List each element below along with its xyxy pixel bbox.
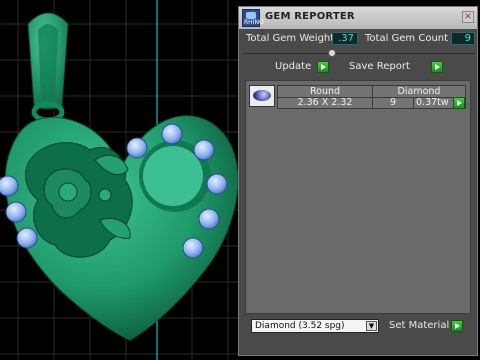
gem-reporter-app-icon: RHINO (242, 9, 264, 27)
save-report-go-icon[interactable] (431, 61, 443, 73)
stats-row: Total Gem Weight .37 Total Gem Count 9 (243, 31, 475, 47)
panel-title: GEM REPORTER (265, 11, 355, 22)
save-report-label: Save Report (349, 61, 410, 72)
update-go-icon[interactable] (317, 61, 329, 73)
total-gem-count-value: 9 (451, 32, 475, 45)
total-gem-weight-label: Total Gem Weight (246, 33, 335, 44)
total-gem-weight-value: .37 (332, 32, 358, 45)
row-count: 9 (389, 97, 397, 108)
row-go-icon[interactable] (453, 97, 465, 109)
close-icon[interactable]: × (462, 11, 474, 23)
gem-reporter-panel: RHINO GEM REPORTER × Total Gem Weight .3… (238, 6, 478, 356)
set-material-button[interactable]: Set Material (389, 319, 469, 333)
slider-knob[interactable] (328, 49, 336, 57)
gem-list[interactable]: Round Diamond 2.36 X 2.32 9 0.37tw (245, 80, 471, 314)
update-button[interactable]: Update (275, 60, 335, 74)
material-select[interactable]: Diamond (3.52 spg) ▼ (251, 319, 379, 333)
row-weight: 0.37tw (416, 97, 449, 108)
chevron-down-icon[interactable]: ▼ (366, 321, 377, 331)
set-material-label: Set Material (389, 320, 450, 331)
material-selected-value: Diamond (3.52 spg) (255, 321, 345, 331)
set-material-go-icon[interactable] (451, 320, 463, 332)
gem-table: Round Diamond 2.36 X 2.32 9 0.37tw (277, 85, 466, 109)
total-gem-count-label: Total Gem Count (365, 33, 449, 44)
update-label: Update (275, 61, 312, 72)
slider-track (243, 53, 475, 54)
round-gem-icon[interactable] (249, 85, 275, 107)
title-bar[interactable]: RHINO GEM REPORTER × (239, 7, 477, 29)
row-size: 2.36 X 2.32 (297, 97, 353, 108)
save-report-button[interactable]: Save Report (347, 60, 447, 74)
